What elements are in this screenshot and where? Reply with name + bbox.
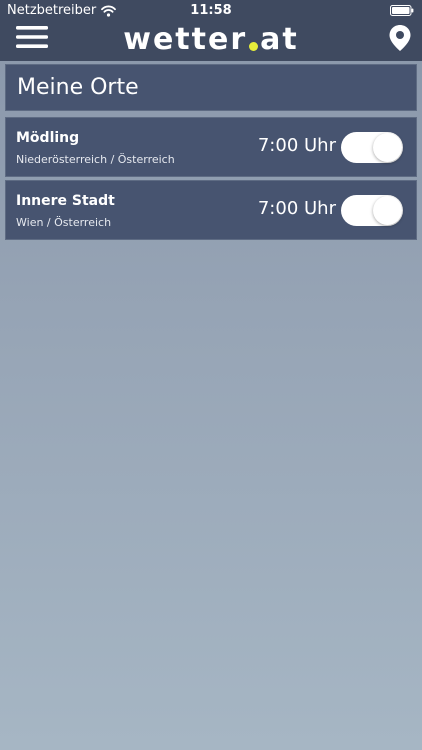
notification-time[interactable]: 7:00 Uhr [258,135,336,157]
app-header: Netzbetreiber 11:58 wetter at [0,0,422,61]
place-row-moedling[interactable]: Mödling Niederösterreich / Österreich 7:… [5,117,417,177]
place-name: Innere Stadt [16,193,115,209]
app-logo: wetter at [0,21,422,57]
logo-dot [249,41,259,51]
place-region: Wien / Österreich [16,216,112,229]
my-places-header: Meine Orte [5,64,417,111]
logo-text-left: wetter [123,21,248,57]
notification-time[interactable]: 7:00 Uhr [258,198,336,220]
battery-icon [390,5,414,16]
status-bar: Netzbetreiber 11:58 [0,0,422,22]
place-row-innere-stadt[interactable]: Innere Stadt Wien / Österreich 7:00 Uhr [5,180,417,240]
notification-toggle[interactable] [341,195,403,226]
page-title: Meine Orte [17,75,139,100]
toggle-knob [373,196,402,225]
toggle-knob [373,133,402,162]
place-region: Niederösterreich / Österreich [16,153,175,166]
status-time: 11:58 [190,3,232,18]
location-pin-icon[interactable] [388,24,412,52]
notification-toggle[interactable] [341,132,403,163]
logo-text-right: at [260,21,299,57]
place-name: Mödling [16,130,80,146]
